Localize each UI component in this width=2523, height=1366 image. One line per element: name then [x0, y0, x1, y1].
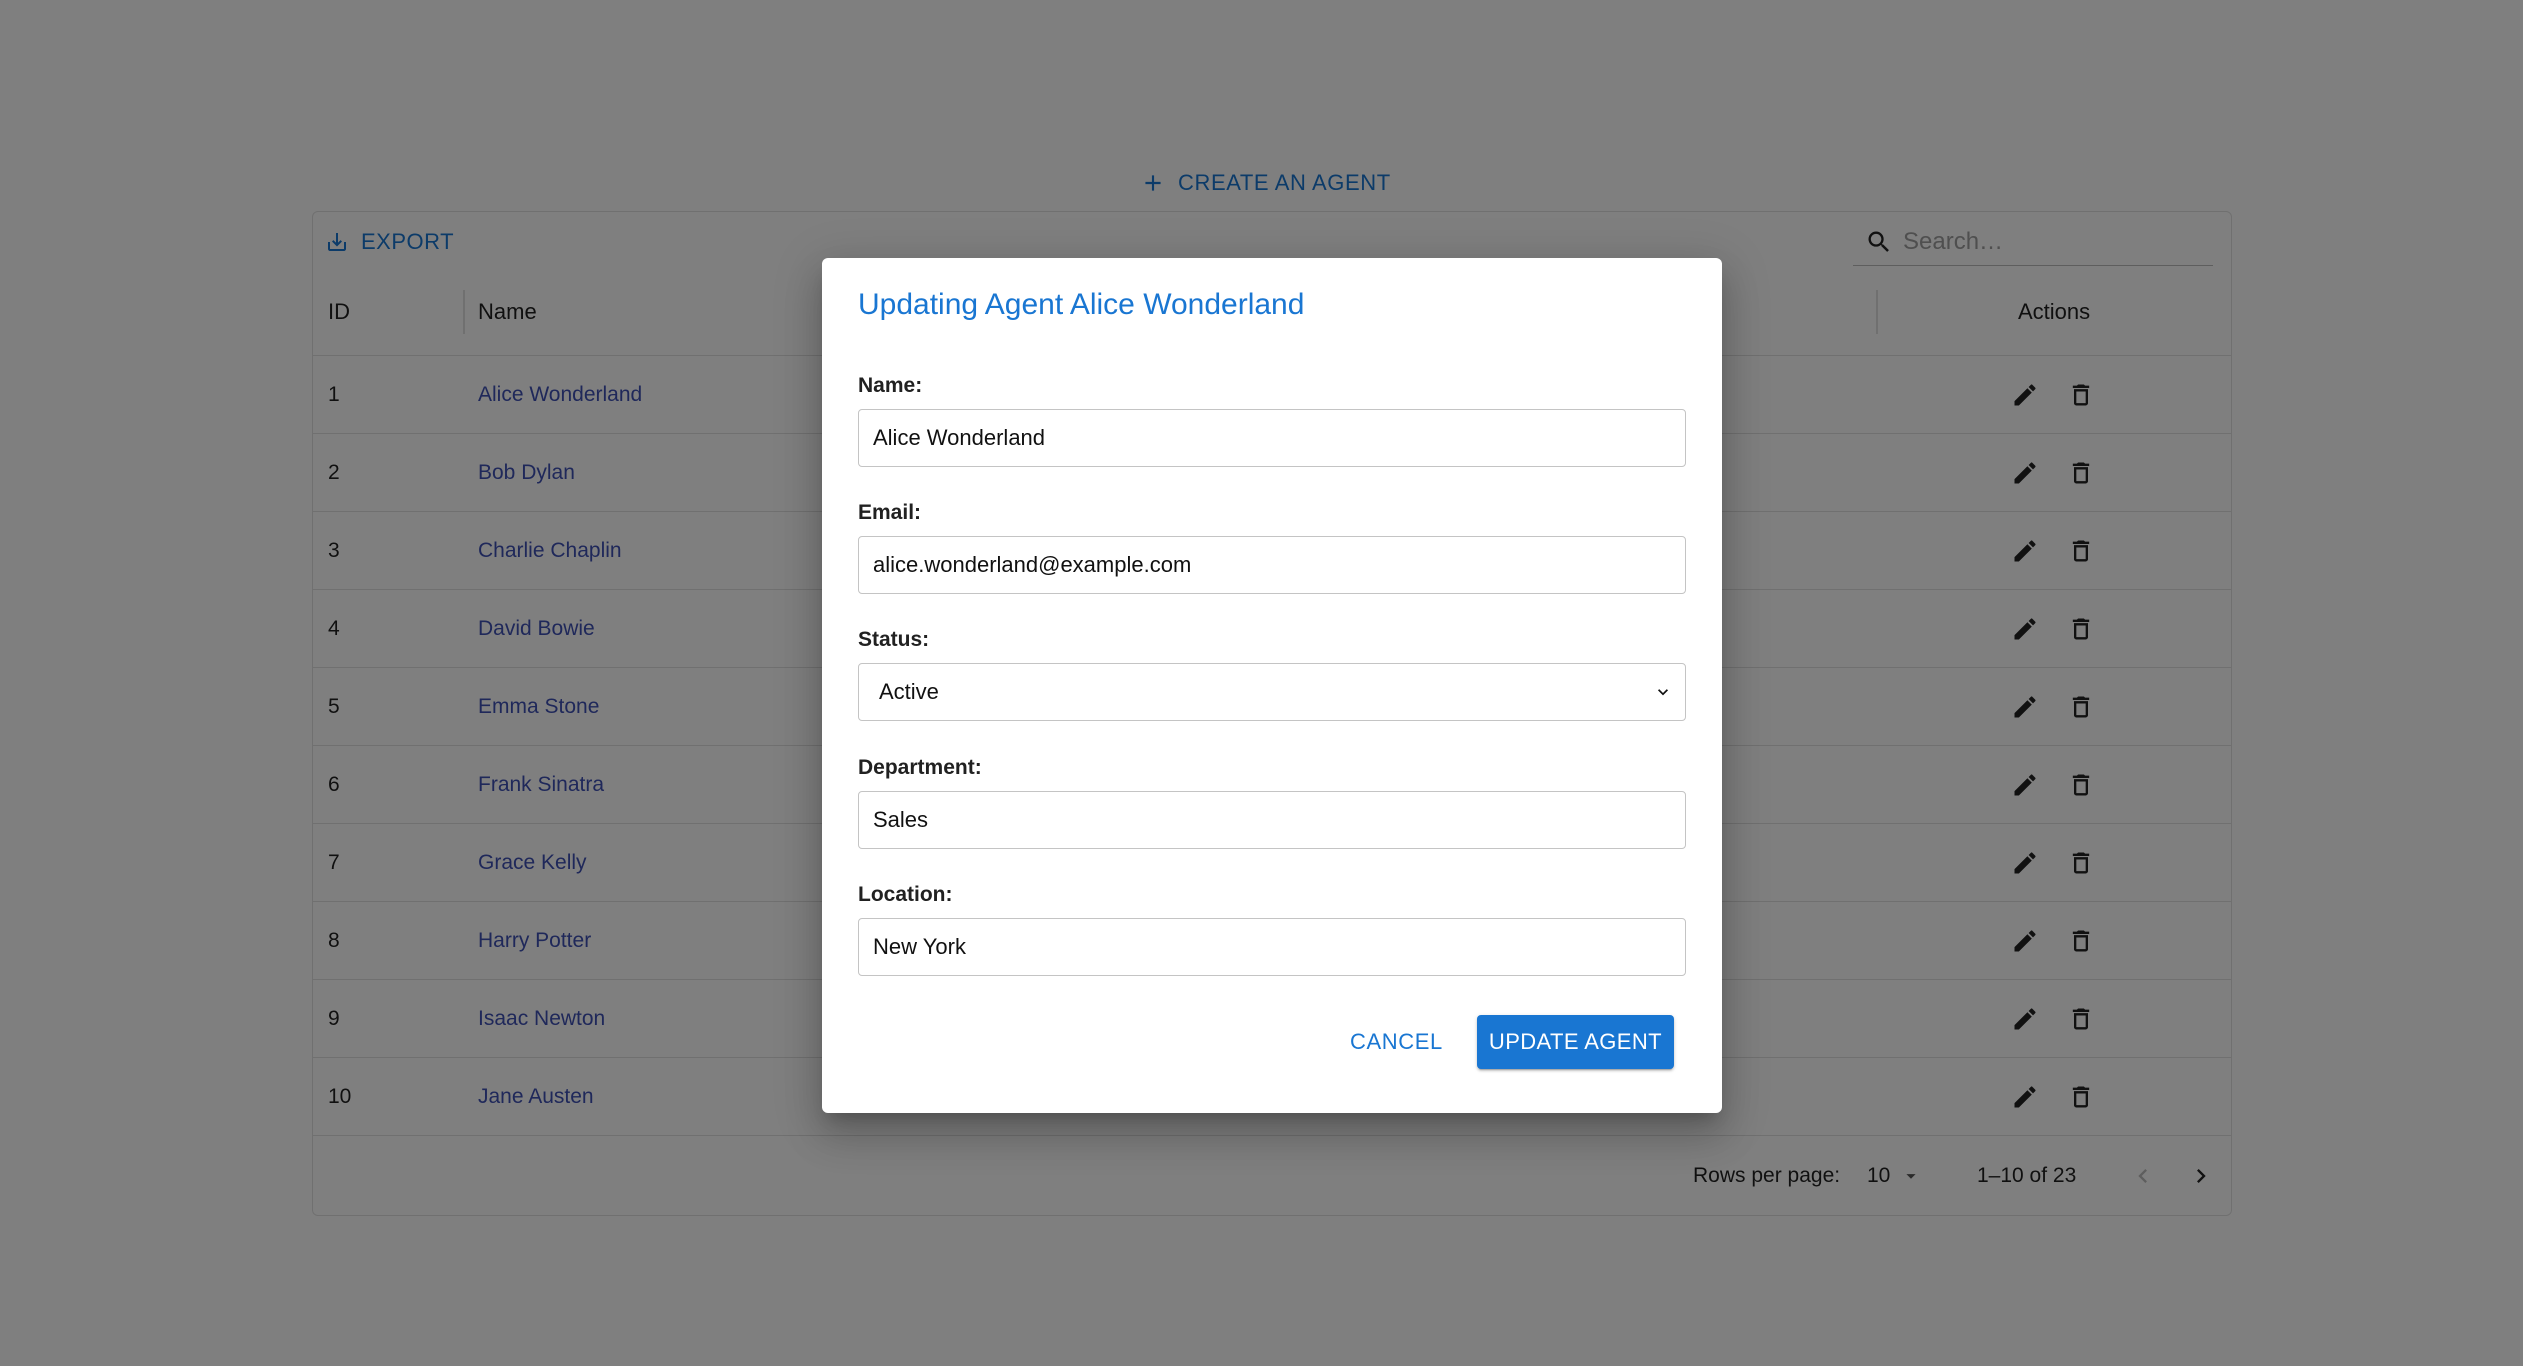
dialog-actions: CANCEL UPDATE AGENT	[1340, 1015, 1674, 1069]
page: CREATE AN AGENT EXPORT ID Name Actions 1…	[0, 0, 2523, 1366]
name-field[interactable]: Alice Wonderland	[858, 409, 1686, 467]
chevron-down-icon	[1658, 689, 1668, 696]
cancel-button[interactable]: CANCEL	[1340, 1019, 1453, 1065]
email-label: Email:	[858, 501, 922, 524]
status-label: Status:	[858, 628, 930, 651]
status-value: Active	[879, 679, 939, 704]
department-field[interactable]: Sales	[858, 791, 1686, 849]
location-label: Location:	[858, 883, 953, 906]
email-field[interactable]: alice.wonderland@example.com	[858, 536, 1686, 594]
dialog-title: Updating Agent Alice Wonderland	[858, 288, 1305, 321]
update-agent-dialog: Updating Agent Alice Wonderland Name: Al…	[822, 258, 1722, 1113]
status-select[interactable]: Active	[858, 663, 1686, 721]
name-label: Name:	[858, 374, 923, 397]
location-field[interactable]: New York	[858, 918, 1686, 976]
update-agent-button[interactable]: UPDATE AGENT	[1476, 1015, 1674, 1069]
department-label: Department:	[858, 756, 982, 779]
